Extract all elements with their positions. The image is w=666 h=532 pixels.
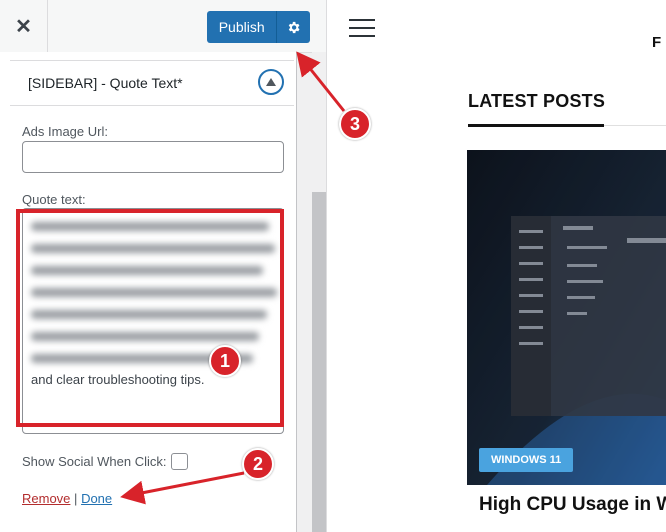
publish-group: Publish	[207, 11, 310, 43]
done-link[interactable]: Done	[81, 491, 112, 506]
action-separator: |	[74, 491, 78, 506]
close-icon: ✕	[15, 15, 32, 38]
annotation-marker-1: 1	[209, 345, 241, 377]
latest-posts-heading: LATEST POSTS	[468, 91, 606, 111]
quote-text-textarea[interactable]: and clear troubleshooting tips.	[22, 208, 284, 434]
close-button[interactable]: ✕	[0, 0, 48, 52]
site-header: F	[327, 0, 666, 60]
social-toggle-row: Show Social When Click:	[22, 453, 188, 470]
remove-link[interactable]: Remove	[22, 491, 70, 506]
blurred-quote-content	[31, 215, 279, 376]
widget-title: [SIDEBAR] - Quote Text*	[28, 75, 183, 91]
customizer-toolbar: ✕ Publish	[0, 0, 326, 53]
site-preview: F LATEST POSTS WINDOWS 11 High CPU Usage…	[327, 0, 666, 532]
post-title[interactable]: High CPU Usage in W	[479, 494, 666, 516]
quote-last-line: and clear troubleshooting tips.	[31, 372, 205, 387]
heading-rule	[604, 125, 666, 126]
widget-header[interactable]: [SIDEBAR] - Quote Text*	[10, 60, 294, 106]
publish-button[interactable]: Publish	[207, 11, 278, 43]
customizer-panel: ✕ Publish [SIDEBAR] - Quote Text* Ads Im…	[0, 0, 327, 532]
gear-icon	[288, 21, 300, 33]
show-social-checkbox[interactable]	[170, 453, 188, 470]
panel-scrollbar-thumb[interactable]	[312, 192, 326, 532]
annotation-marker-2: 2	[242, 448, 274, 480]
category-badge[interactable]: WINDOWS 11	[479, 448, 574, 472]
ads-image-label: Ads Image Url:	[22, 124, 108, 139]
widget-actions: Remove | Done	[22, 491, 112, 506]
menu-icon[interactable]	[349, 19, 375, 39]
site-logo[interactable]: F	[652, 34, 661, 51]
caret-up-icon	[266, 78, 276, 86]
post-thumbnail[interactable]	[467, 150, 666, 485]
thumbnail-artwork	[467, 150, 666, 485]
publish-settings-button[interactable]	[277, 11, 310, 43]
show-social-label: Show Social When Click:	[22, 454, 167, 469]
ads-image-url-input[interactable]	[22, 141, 284, 173]
annotation-marker-3: 3	[339, 108, 371, 140]
heading-underline	[468, 124, 604, 127]
quote-text-label: Quote text:	[22, 192, 86, 207]
collapse-widget-button[interactable]	[258, 69, 284, 95]
